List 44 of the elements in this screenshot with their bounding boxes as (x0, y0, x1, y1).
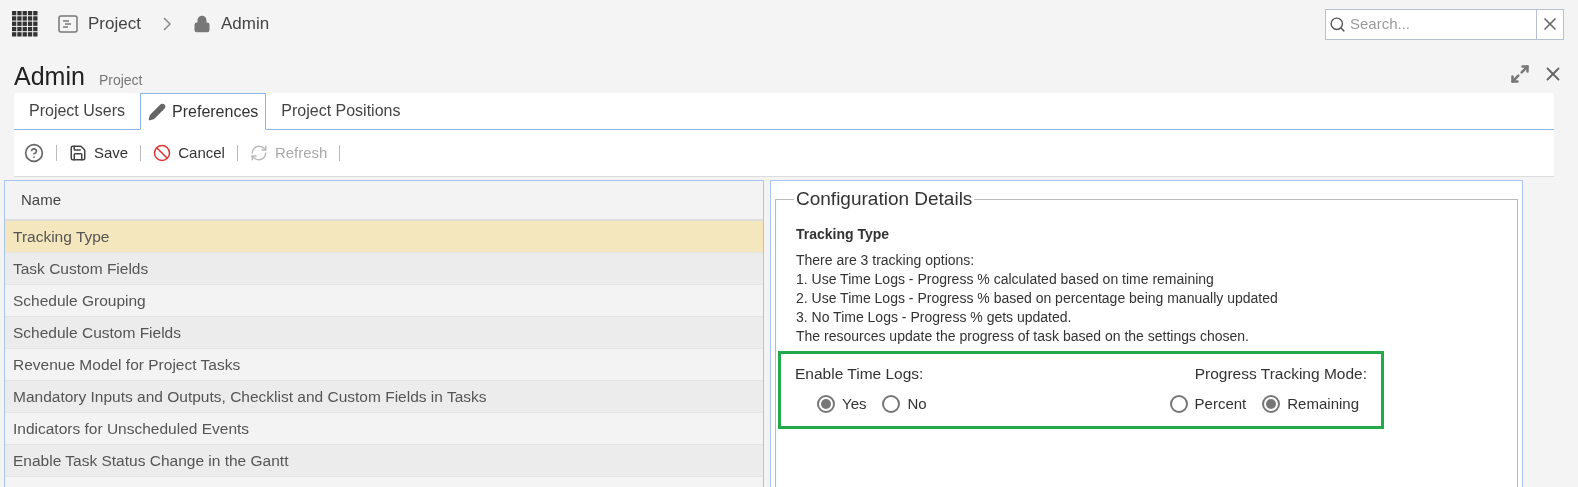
radio-button[interactable] (1169, 395, 1188, 413)
radio-label[interactable]: Percent (1194, 392, 1247, 416)
save-button[interactable]: Save (69, 141, 129, 165)
section-heading: Tracking Type (796, 224, 891, 244)
table-row[interactable]: Enable Task Status Change in the Gantt (5, 445, 763, 477)
search-input[interactable]: Search... (1346, 12, 1536, 36)
expand-icon[interactable] (1510, 64, 1530, 84)
description-line: There are 3 tracking options: (796, 250, 976, 270)
pencil-icon (148, 102, 167, 121)
lock-icon (192, 15, 211, 33)
search-field[interactable]: Search... (1325, 8, 1564, 40)
radio-label[interactable]: Yes (842, 392, 867, 416)
section-legend: Configuration Details (794, 185, 975, 214)
description-line: 2. Use Time Logs - Progress % based on percentage being manually updated (796, 288, 1279, 308)
tab[interactable]: Project Positions (266, 92, 416, 129)
page-subtitle: Project (98, 71, 143, 90)
radio-label[interactable]: No (907, 392, 927, 416)
help-icon[interactable] (24, 143, 44, 163)
description-line: The resources update the progress of task based on the settings chosen. (796, 326, 1250, 346)
option-label: Progress Tracking Mode: (1194, 363, 1367, 384)
page-title: Admin (14, 64, 85, 89)
search-icon (1329, 15, 1346, 33)
table-row[interactable]: Task Custom Fields (5, 253, 763, 285)
tab[interactable]: Project Users (14, 92, 141, 129)
app-grid-icon[interactable] (12, 11, 38, 37)
cancel-button[interactable]: Cancel (153, 141, 225, 165)
project-icon (58, 15, 78, 33)
breadcrumb-link[interactable]: Project (88, 11, 141, 37)
save-icon (69, 144, 87, 162)
option-label: Enable Time Logs: (795, 363, 925, 384)
cancel-icon (153, 144, 172, 162)
tab[interactable]: Preferences (140, 93, 267, 130)
radio-button[interactable] (1262, 395, 1281, 413)
table-row[interactable]: Schedule Custom Fields (5, 317, 763, 349)
description-line: 3. No Time Logs - Progress % gets updated. (796, 307, 1073, 327)
breadcrumb-link[interactable]: Admin (220, 11, 270, 37)
description-line: 1. Use Time Logs - Progress % calculated based on time remaining (796, 269, 1215, 289)
refresh-icon (249, 144, 268, 162)
radio-button[interactable] (882, 395, 901, 413)
table-row[interactable]: Tracking Type (5, 221, 763, 253)
radio-label[interactable]: Remaining (1287, 392, 1359, 416)
table-row[interactable]: Mandatory Inputs and Outputs, Checklist and Custom Fields in Tasks (5, 381, 763, 413)
radio-button[interactable] (817, 395, 835, 413)
chevron-right-icon (162, 17, 171, 31)
